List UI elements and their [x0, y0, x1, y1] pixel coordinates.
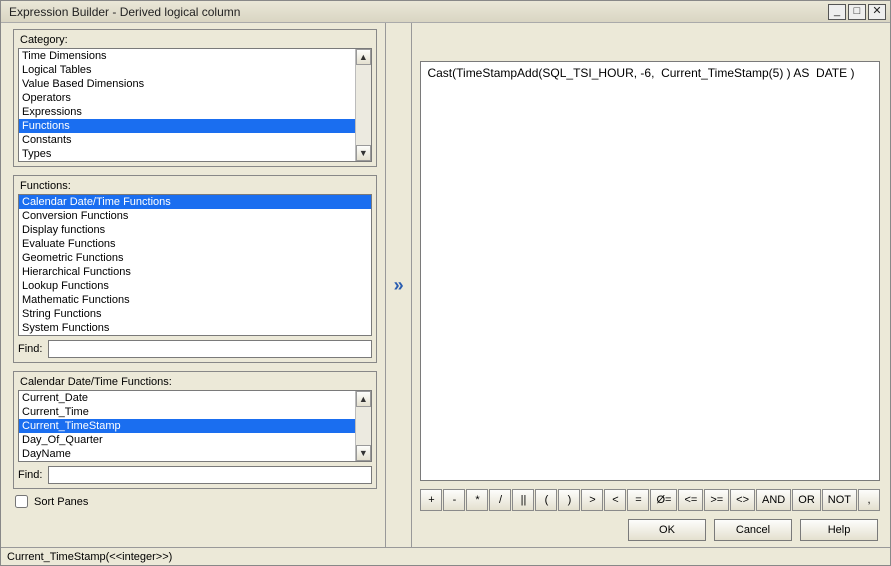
- scroll-down-icon[interactable]: ▼: [356, 445, 371, 461]
- sub-functions-item[interactable]: DayName: [19, 447, 355, 461]
- category-label: Category:: [20, 34, 372, 46]
- operator-button[interactable]: +: [420, 489, 442, 511]
- sub-functions-item[interactable]: Current_TimeStamp: [19, 419, 355, 433]
- sub-functions-scrollbar[interactable]: ▲ ▼: [355, 391, 371, 461]
- category-item[interactable]: Expressions: [19, 105, 355, 119]
- operator-button[interactable]: <>: [730, 489, 755, 511]
- operator-button[interactable]: /: [489, 489, 511, 511]
- functions-group: Functions: Calendar Date/Time FunctionsC…: [13, 175, 377, 363]
- functions-find-input[interactable]: [48, 340, 371, 358]
- cancel-button[interactable]: Cancel: [714, 519, 792, 541]
- operator-toolbar: +-*/||()><=Ø=<=>=<>ANDORNOT,: [420, 489, 880, 511]
- sub-functions-item[interactable]: Current_Time: [19, 405, 355, 419]
- operator-button[interactable]: NOT: [822, 489, 857, 511]
- functions-item[interactable]: Geometric Functions: [19, 251, 371, 265]
- operator-button[interactable]: <=: [678, 489, 703, 511]
- functions-item[interactable]: String Functions: [19, 307, 371, 321]
- category-group: Category: Time DimensionsLogical TablesV…: [13, 29, 377, 167]
- functions-item[interactable]: Conversion Functions: [19, 209, 371, 223]
- statusbar: Current_TimeStamp(<<integer>>): [1, 547, 890, 565]
- sub-functions-group: Calendar Date/Time Functions: Current_Da…: [13, 371, 377, 489]
- sub-functions-find-label: Find:: [18, 469, 42, 481]
- maximize-button[interactable]: □: [848, 4, 866, 20]
- operator-button[interactable]: ,: [858, 489, 880, 511]
- operator-button[interactable]: OR: [792, 489, 821, 511]
- sub-functions-label: Calendar Date/Time Functions:: [20, 376, 372, 388]
- category-item[interactable]: Time Dimensions: [19, 49, 355, 63]
- operator-button[interactable]: AND: [756, 489, 791, 511]
- sub-functions-item[interactable]: Day_Of_Quarter: [19, 433, 355, 447]
- operator-button[interactable]: >: [581, 489, 603, 511]
- category-item[interactable]: Logical Tables: [19, 63, 355, 77]
- sort-panes-row: Sort Panes: [13, 491, 377, 510]
- scroll-up-icon[interactable]: ▲: [356, 391, 371, 407]
- scroll-down-icon[interactable]: ▼: [356, 145, 371, 161]
- window-controls: _ □ ✕: [828, 4, 886, 20]
- functions-listbox[interactable]: Calendar Date/Time FunctionsConversion F…: [18, 194, 372, 336]
- operator-button[interactable]: Ø=: [650, 489, 677, 511]
- window-title: Expression Builder - Derived logical col…: [9, 5, 828, 19]
- left-pane: Category: Time DimensionsLogical TablesV…: [1, 23, 386, 547]
- functions-find-label: Find:: [18, 343, 42, 355]
- sub-functions-item[interactable]: Current_Date: [19, 391, 355, 405]
- sort-panes-checkbox[interactable]: [15, 495, 28, 508]
- functions-label: Functions:: [20, 180, 372, 192]
- category-item[interactable]: Value Based Dimensions: [19, 77, 355, 91]
- category-listbox[interactable]: Time DimensionsLogical TablesValue Based…: [18, 48, 372, 162]
- functions-item[interactable]: Lookup Functions: [19, 279, 371, 293]
- sort-panes-label: Sort Panes: [34, 496, 88, 508]
- dialog-button-row: OK Cancel Help: [420, 519, 880, 541]
- right-pane: Cast(TimeStampAdd(SQL_TSI_HOUR, -6, Curr…: [412, 23, 890, 547]
- operator-button[interactable]: >=: [704, 489, 729, 511]
- category-item[interactable]: Constants: [19, 133, 355, 147]
- functions-item[interactable]: Hierarchical Functions: [19, 265, 371, 279]
- category-scrollbar[interactable]: ▲ ▼: [355, 49, 371, 161]
- help-button[interactable]: Help: [800, 519, 878, 541]
- category-item[interactable]: Types: [19, 147, 355, 161]
- expression-textarea[interactable]: Cast(TimeStampAdd(SQL_TSI_HOUR, -6, Curr…: [420, 61, 880, 481]
- functions-item[interactable]: System Functions: [19, 321, 371, 335]
- close-button[interactable]: ✕: [868, 4, 886, 20]
- ok-button[interactable]: OK: [628, 519, 706, 541]
- operator-button[interactable]: <: [604, 489, 626, 511]
- functions-item[interactable]: Calendar Date/Time Functions: [19, 195, 371, 209]
- scroll-up-icon[interactable]: ▲: [356, 49, 371, 65]
- functions-item[interactable]: Evaluate Functions: [19, 237, 371, 251]
- operator-button[interactable]: -: [443, 489, 465, 511]
- operator-button[interactable]: ): [558, 489, 580, 511]
- sub-functions-listbox[interactable]: Current_DateCurrent_TimeCurrent_TimeStam…: [18, 390, 372, 462]
- functions-item[interactable]: Display functions: [19, 223, 371, 237]
- insert-arrow-icon[interactable]: »: [391, 275, 407, 295]
- statusbar-text: Current_TimeStamp(<<integer>>): [7, 551, 172, 563]
- functions-item[interactable]: Mathematic Functions: [19, 293, 371, 307]
- titlebar: Expression Builder - Derived logical col…: [1, 1, 890, 23]
- operator-button[interactable]: =: [627, 489, 649, 511]
- category-item[interactable]: Operators: [19, 91, 355, 105]
- expression-builder-window: Expression Builder - Derived logical col…: [0, 0, 891, 566]
- divider-column: »: [386, 23, 413, 547]
- minimize-button[interactable]: _: [828, 4, 846, 20]
- operator-button[interactable]: ||: [512, 489, 534, 511]
- sub-functions-find-input[interactable]: [48, 466, 371, 484]
- operator-button[interactable]: (: [535, 489, 557, 511]
- category-item[interactable]: Functions: [19, 119, 355, 133]
- operator-button[interactable]: *: [466, 489, 488, 511]
